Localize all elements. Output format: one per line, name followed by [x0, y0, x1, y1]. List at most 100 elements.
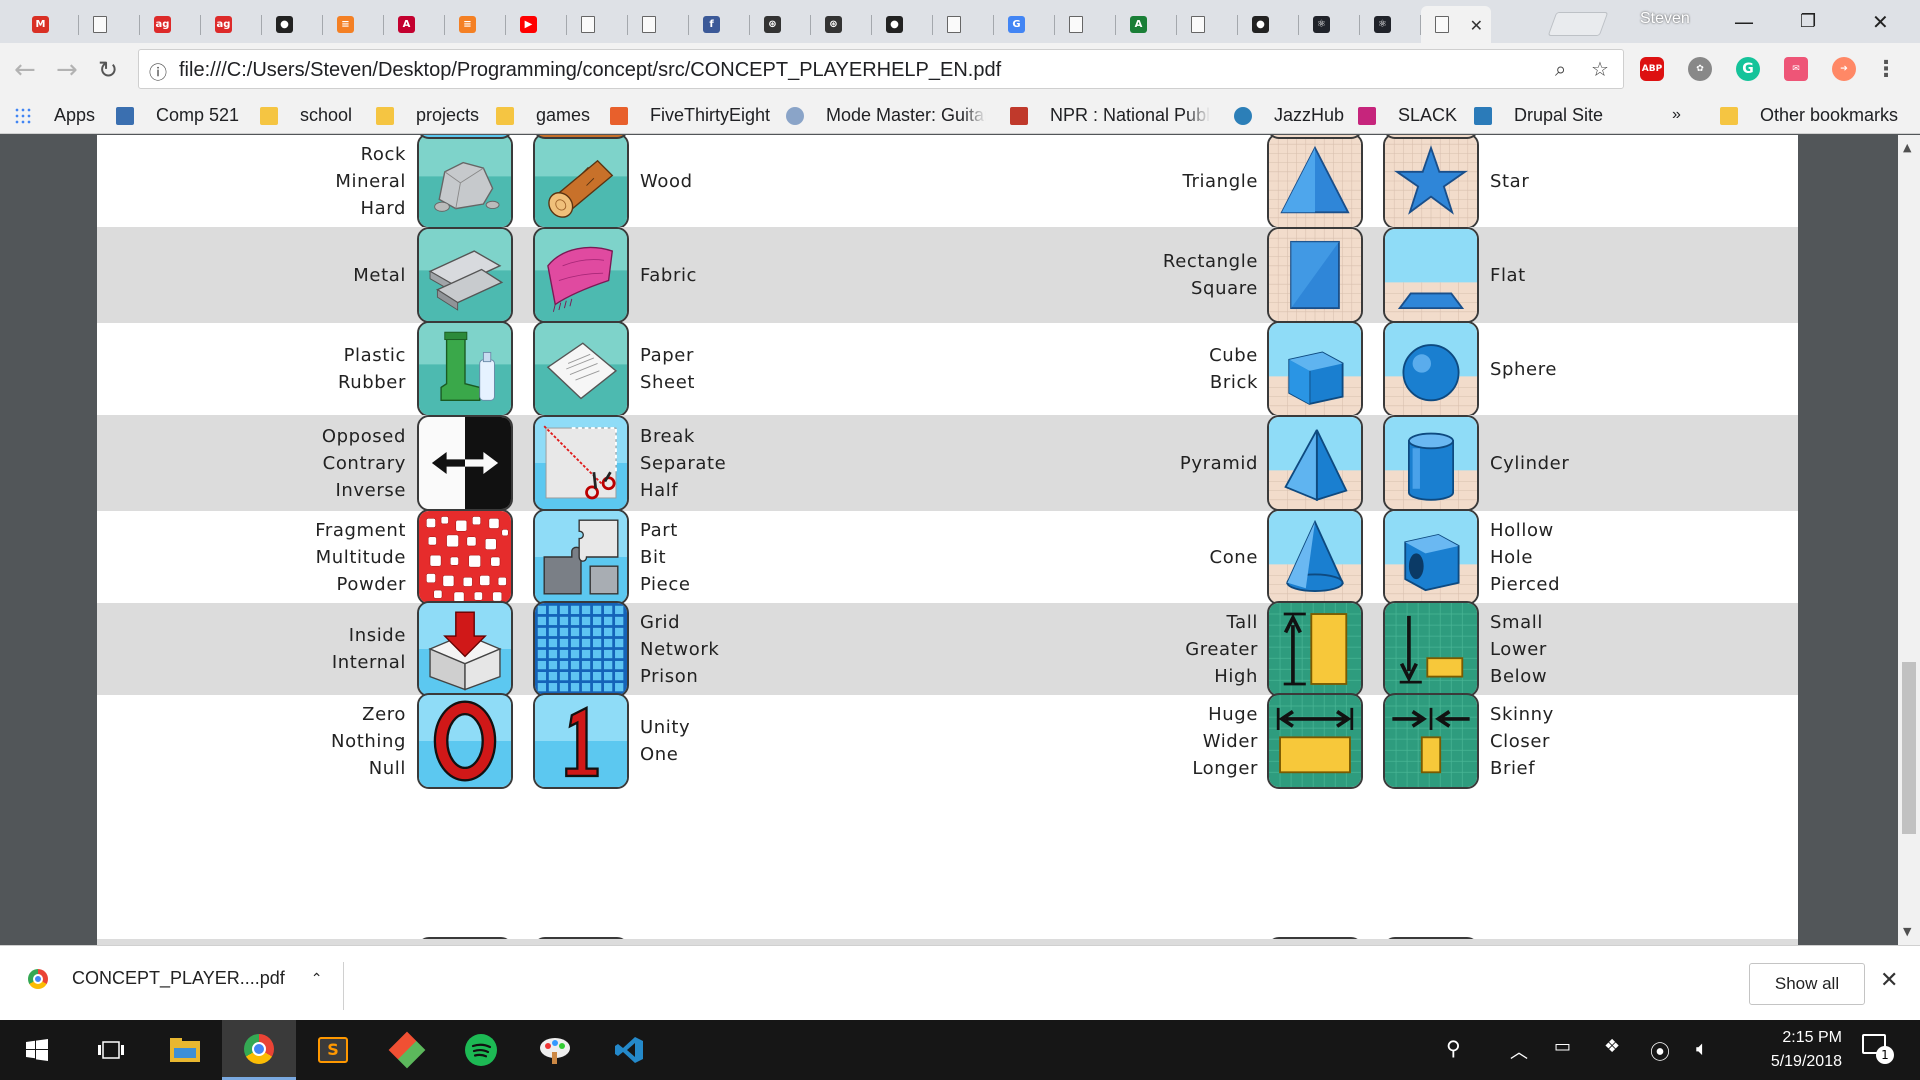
address-bar[interactable]: ⓘ file:///C:/Users/Steven/Desktop/Progra… — [138, 49, 1624, 89]
bookmark-item[interactable]: JazzHub — [1234, 105, 1344, 126]
concept-label-line: Closer — [1490, 730, 1551, 752]
tab[interactable] — [628, 6, 689, 43]
chrome-taskbar-icon[interactable] — [222, 1020, 296, 1080]
concept-label-line: Cube — [1209, 345, 1258, 366]
task-view-icon[interactable] — [74, 1020, 148, 1080]
concept-label: Break Separate Half — [640, 423, 726, 504]
tab[interactable]: ● — [872, 6, 933, 43]
close-icon[interactable]: ✕ — [1880, 968, 1898, 993]
new-tab-button[interactable] — [1547, 12, 1609, 36]
extension-icon[interactable]: ✉ — [1784, 57, 1808, 81]
download-bar: CONCEPT_PLAYER....pdf ⌃ Show all ✕ — [0, 945, 1920, 1020]
bookmark-item[interactable]: school — [260, 105, 352, 126]
profile-name[interactable]: Steven — [1640, 10, 1690, 28]
tab[interactable]: ▶ — [506, 6, 567, 43]
tab[interactable]: ≡ — [445, 6, 506, 43]
forward-arrow-icon[interactable]: → — [56, 55, 78, 85]
tab[interactable]: f — [689, 6, 750, 43]
folder-icon — [1720, 106, 1738, 125]
concept-label-line: Break — [640, 425, 695, 447]
grammarly-icon[interactable]: G — [1736, 57, 1760, 81]
spotify-icon[interactable] — [444, 1020, 518, 1080]
concept-label-line: Fabric — [640, 264, 698, 286]
sublime-text-icon[interactable]: S — [296, 1020, 370, 1080]
bookmark-star-icon[interactable]: ☆ — [1591, 57, 1609, 81]
volume-icon[interactable]: 🔈︎ — [1696, 1036, 1708, 1060]
paint-app-icon[interactable] — [518, 1020, 592, 1080]
bookmark-label: FiveThirtyEight — [650, 105, 771, 125]
tab[interactable] — [79, 6, 140, 43]
close-window-icon[interactable]: ✕ — [1872, 10, 1889, 34]
tab[interactable]: ⊛ — [811, 6, 872, 43]
adblock-icon[interactable]: ABP — [1640, 57, 1664, 81]
wifi-icon[interactable]: ⦿ — [1650, 1036, 1670, 1065]
bookmark-item[interactable]: projects — [376, 105, 479, 126]
zoom-icon[interactable]: ⌕ — [1555, 57, 1566, 81]
scrollbar[interactable]: ▲ ▼ — [1898, 135, 1920, 945]
system-clock[interactable]: 2:15 PM 5/19/2018 — [1732, 1026, 1842, 1074]
tab[interactable]: ✕ — [1421, 6, 1491, 43]
tab[interactable] — [1177, 6, 1238, 43]
concept-label-line: Inside — [348, 625, 406, 646]
tab[interactable]: ● — [1238, 6, 1299, 43]
tab[interactable] — [1055, 6, 1116, 43]
tab[interactable]: M — [18, 6, 79, 43]
concept-label-line: Square — [1191, 278, 1258, 299]
show-all-button[interactable]: Show all — [1749, 963, 1865, 1005]
folder-icon — [376, 106, 394, 125]
chevron-up-icon[interactable]: ︿ — [1510, 1038, 1528, 1064]
tab[interactable]: ⚛ — [1299, 6, 1360, 43]
bookmark-item[interactable]: Mode Master: Guitar — [786, 105, 986, 126]
bookmark-item[interactable]: SLACK — [1358, 105, 1457, 126]
concept-label: Star — [1490, 168, 1529, 195]
bookmarks-overflow-icon[interactable]: » — [1672, 106, 1681, 124]
tab[interactable]: ● — [262, 6, 323, 43]
minimize-icon[interactable]: — — [1734, 10, 1754, 34]
download-item[interactable]: CONCEPT_PLAYER....pdf ⌃ — [28, 968, 322, 989]
extension-icon[interactable]: ➔ — [1832, 57, 1856, 81]
people-icon[interactable]: ⚲ — [1446, 1036, 1461, 1060]
notifications-icon[interactable]: 1 — [1862, 1034, 1894, 1064]
scroll-thumb[interactable] — [1902, 662, 1916, 834]
bookmark-item[interactable]: Comp 521 — [116, 105, 239, 126]
pdf-viewer[interactable]: Rock Mineral Hard Wood Triangle Star Metal Fabr… — [0, 135, 1920, 945]
windows-start-icon[interactable] — [0, 1020, 74, 1080]
tab[interactable]: ⚛ — [1360, 6, 1421, 43]
tab[interactable]: ag — [140, 6, 201, 43]
concept-label-line: Rectangle — [1162, 251, 1258, 272]
git-kraken-icon[interactable] — [370, 1020, 444, 1080]
concept-label-line: Paper — [640, 345, 694, 366]
tab[interactable]: ⊛ — [750, 6, 811, 43]
concept-label-line: Prison — [640, 665, 699, 687]
concept-label-line: Contrary — [322, 452, 406, 474]
tab[interactable]: A — [384, 6, 445, 43]
tab[interactable]: ≡ — [323, 6, 384, 43]
info-icon[interactable]: ⓘ — [149, 59, 167, 85]
scroll-down-arrow-icon[interactable]: ▼ — [1903, 925, 1911, 938]
extension-icon[interactable]: ✿ — [1688, 57, 1712, 81]
scroll-up-arrow-icon[interactable]: ▲ — [1903, 141, 1911, 154]
close-tab-icon[interactable]: ✕ — [1470, 16, 1483, 35]
restore-icon[interactable]: ❐ — [1800, 11, 1816, 32]
chevron-up-icon[interactable]: ⌃ — [311, 970, 323, 987]
bookmark-item[interactable]: games — [496, 105, 590, 126]
concept-label-line: Wood — [640, 170, 693, 192]
file-explorer-icon[interactable] — [148, 1020, 222, 1080]
menu-icon[interactable]: ⋮ — [1874, 57, 1898, 82]
tab[interactable]: A — [1116, 6, 1177, 43]
back-arrow-icon[interactable]: ← — [14, 55, 36, 85]
vscode-icon[interactable] — [592, 1020, 666, 1080]
tab[interactable]: G — [994, 6, 1055, 43]
battery-icon[interactable]: ▭ — [1554, 1036, 1571, 1057]
reload-icon[interactable]: ↻ — [98, 56, 118, 84]
tab[interactable]: ag — [201, 6, 262, 43]
bookmark-item[interactable]: Apps — [14, 105, 95, 126]
dropbox-icon[interactable]: ❖ — [1604, 1036, 1620, 1057]
bookmark-item[interactable]: NPR : National Publi — [1010, 105, 1210, 126]
bookmark-item[interactable]: Drupal Site — [1474, 105, 1603, 126]
bookmark-item[interactable]: FiveThirtyEight — [610, 105, 770, 126]
tab[interactable] — [933, 6, 994, 43]
other-bookmarks[interactable]: Other bookmarks — [1720, 105, 1898, 126]
url-text[interactable]: file:///C:/Users/Steven/Desktop/Programm… — [179, 59, 1001, 82]
tab[interactable] — [567, 6, 628, 43]
